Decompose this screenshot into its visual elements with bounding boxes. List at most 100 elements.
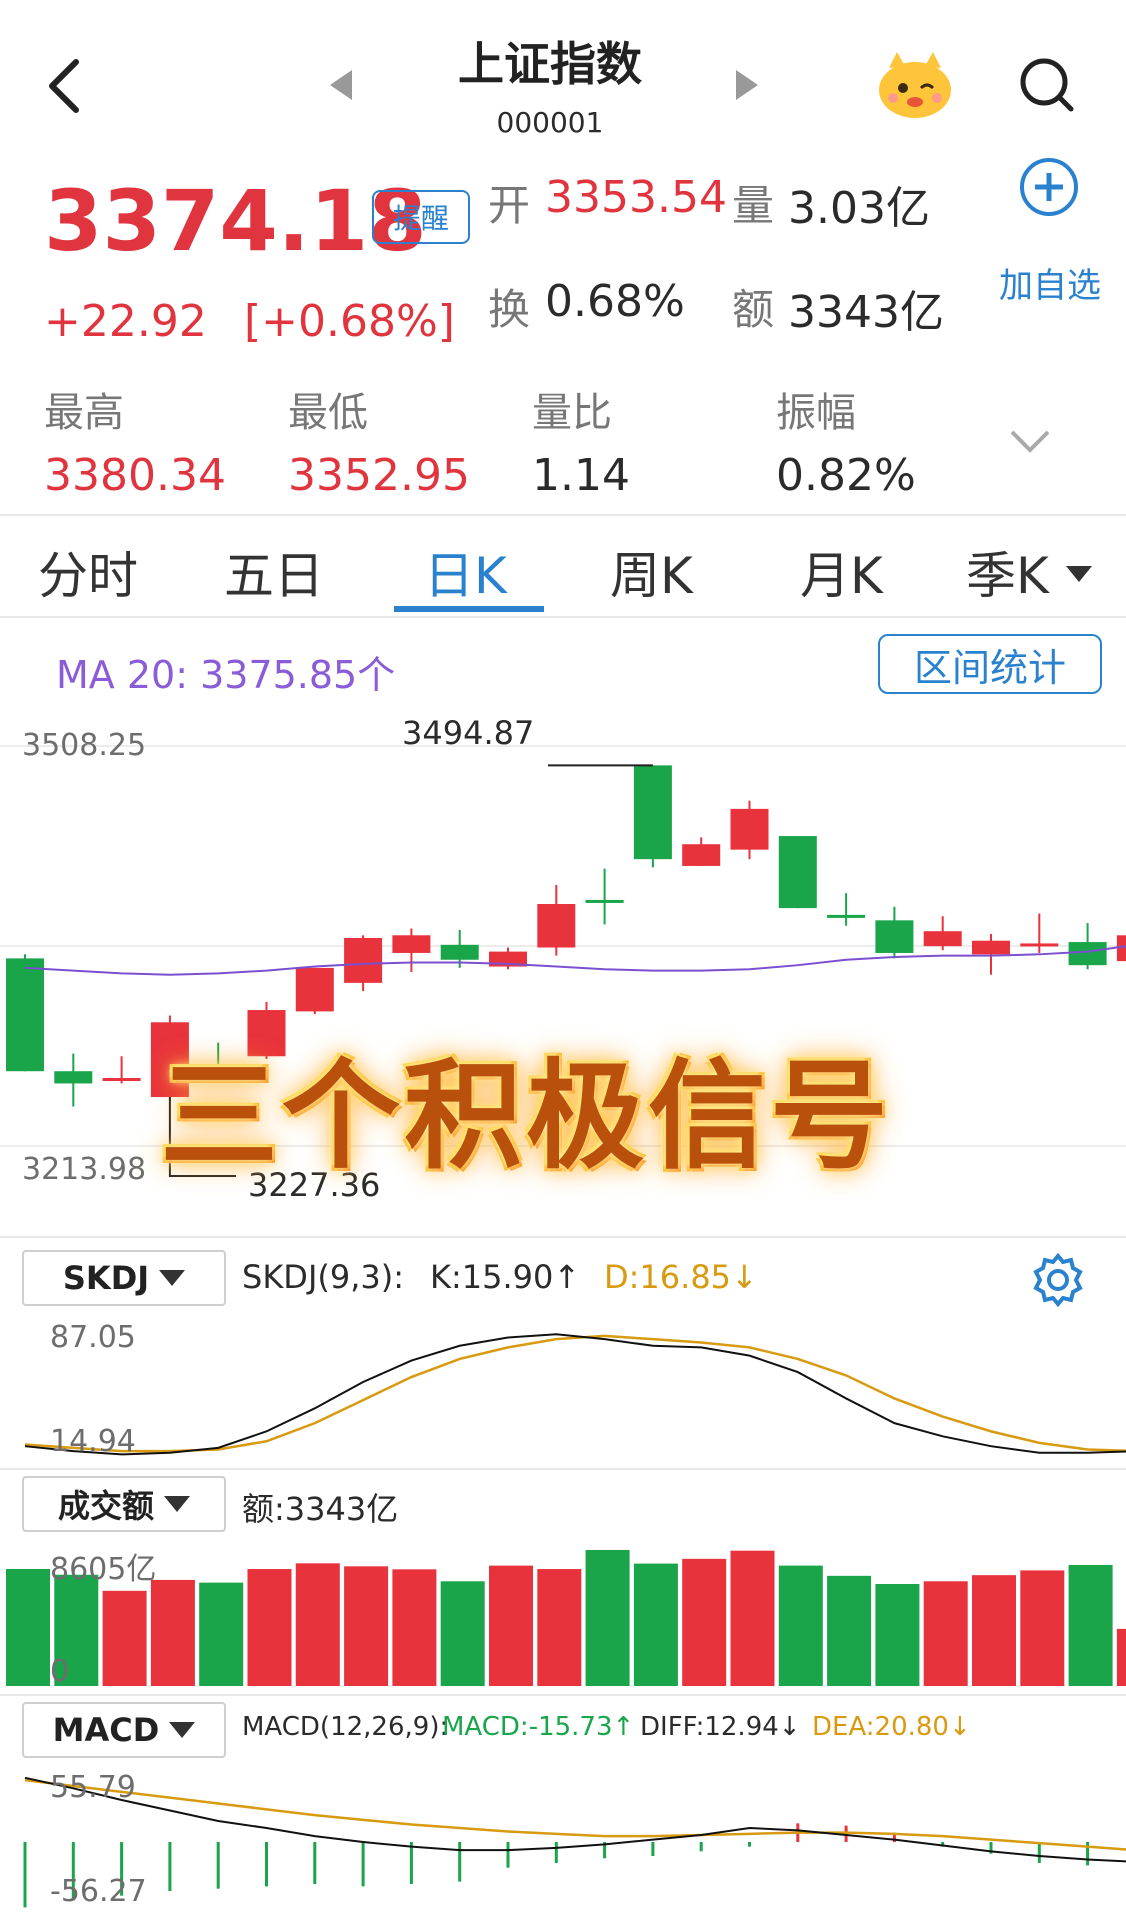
amount-bar bbox=[199, 1582, 244, 1686]
divider bbox=[0, 616, 1126, 618]
candle-body bbox=[972, 940, 1010, 955]
macd-diff-value: DIFF:12.94↓ bbox=[640, 1712, 801, 1742]
low-value: 3352.95 bbox=[288, 450, 470, 501]
volume-label: 量 bbox=[732, 181, 775, 230]
turnover-label: 换 bbox=[488, 285, 531, 334]
indicator-selector-skdj[interactable]: SKDJ bbox=[22, 1250, 226, 1306]
candle-body bbox=[585, 899, 624, 903]
add-watch-icon[interactable] bbox=[1018, 156, 1080, 218]
divider bbox=[0, 514, 1126, 516]
max-price-label: 3494.87 bbox=[402, 714, 535, 752]
amount-bar bbox=[295, 1563, 340, 1686]
volume-value: 3.03亿 bbox=[788, 183, 930, 234]
amount-readout: 额:3343亿 bbox=[242, 1490, 399, 1528]
dropdown-triangle-icon[interactable] bbox=[1066, 566, 1092, 586]
candle-body bbox=[440, 944, 479, 960]
candle-body bbox=[1020, 943, 1059, 947]
candle-body bbox=[54, 1071, 93, 1084]
amplitude-label: 振幅 bbox=[776, 390, 856, 436]
tab-daily-k[interactable]: 日K bbox=[424, 536, 507, 608]
prev-index-icon[interactable] bbox=[330, 70, 352, 100]
page-title: 上证指数 bbox=[458, 37, 642, 91]
open-value: 3353.54 bbox=[545, 172, 727, 223]
amount-bar bbox=[537, 1569, 582, 1686]
candle-body bbox=[6, 958, 44, 1072]
candle-body bbox=[730, 808, 769, 850]
skdj-y-bottom-label: 14.94 bbox=[50, 1424, 136, 1459]
price-change-pct: [+0.68%] bbox=[244, 296, 455, 347]
skdj-chart[interactable] bbox=[0, 1316, 1126, 1466]
indicator-selector-macd[interactable]: MACD bbox=[22, 1702, 226, 1758]
amount-bar bbox=[730, 1550, 775, 1686]
amount-bar bbox=[585, 1550, 630, 1686]
low-label: 最低 bbox=[288, 390, 368, 436]
dropdown-triangle-icon bbox=[164, 1496, 190, 1512]
candle-body bbox=[827, 914, 866, 918]
skdj-d-line bbox=[24, 1334, 1126, 1453]
amount-bar bbox=[1116, 1628, 1126, 1686]
price-change: +22.92 bbox=[44, 296, 207, 347]
indicator-selector-label: SKDJ bbox=[62, 1259, 150, 1297]
high-value: 3380.34 bbox=[44, 450, 226, 501]
amount-bar bbox=[682, 1558, 727, 1686]
amount-bar bbox=[392, 1569, 437, 1686]
macd-params: MACD(12,26,9): bbox=[242, 1712, 449, 1742]
macd-chart[interactable] bbox=[0, 1762, 1126, 1932]
active-tab-underline bbox=[394, 606, 544, 612]
promo-banner-text: 三个积极信号 bbox=[160, 1046, 893, 1185]
candle-body bbox=[923, 931, 962, 947]
turnover-value: 0.68% bbox=[545, 276, 685, 327]
tab-intraday[interactable]: 分时 bbox=[38, 536, 138, 608]
amount-bar bbox=[344, 1566, 389, 1686]
settings-gear-icon[interactable] bbox=[1030, 1252, 1086, 1308]
macd-dea-value: DEA:20.80↓ bbox=[812, 1712, 971, 1742]
macd-value: MACD:-15.73↑ bbox=[442, 1712, 635, 1742]
indicator-selector-label: MACD bbox=[52, 1711, 160, 1749]
tab-five-day[interactable]: 五日 bbox=[224, 536, 324, 608]
candle-body bbox=[102, 1078, 141, 1082]
amount-bar bbox=[1068, 1564, 1113, 1686]
open-label: 开 bbox=[488, 181, 531, 230]
amount-bar bbox=[6, 1568, 50, 1686]
add-watch-label[interactable]: 加自选 bbox=[994, 258, 1106, 307]
tab-weekly-k[interactable]: 周K bbox=[610, 536, 693, 608]
amount-bar-chart[interactable] bbox=[0, 1540, 1126, 1690]
tab-quarterly-k[interactable]: 季K bbox=[966, 536, 1049, 608]
amount-y-top-label: 8605亿 bbox=[50, 1552, 157, 1587]
index-code: 000001 bbox=[496, 106, 604, 139]
expand-chevron-icon[interactable] bbox=[1008, 428, 1052, 456]
current-price: 3374.18 bbox=[44, 172, 427, 270]
candle-body bbox=[778, 836, 817, 909]
indicator-selector-amount[interactable]: 成交额 bbox=[22, 1476, 226, 1532]
high-label: 最高 bbox=[44, 390, 124, 436]
dropdown-triangle-icon bbox=[169, 1722, 196, 1738]
amount-bar bbox=[633, 1563, 678, 1686]
amount-value: 3343亿 bbox=[788, 287, 944, 338]
amount-bar bbox=[778, 1565, 823, 1686]
candle-body bbox=[392, 935, 431, 953]
back-icon[interactable] bbox=[44, 56, 84, 116]
amplitude-value: 0.82% bbox=[776, 450, 916, 501]
amount-bar bbox=[150, 1579, 195, 1686]
divider bbox=[0, 1694, 1126, 1696]
divider bbox=[0, 1236, 1126, 1238]
volume-ratio-value: 1.14 bbox=[532, 450, 630, 501]
candle-body bbox=[682, 844, 721, 866]
candle-body bbox=[537, 904, 576, 948]
mascot-icon[interactable] bbox=[875, 50, 955, 120]
amount-bar bbox=[923, 1581, 968, 1686]
candle-body bbox=[875, 920, 914, 953]
amount-label: 额 bbox=[732, 285, 775, 334]
dropdown-triangle-icon bbox=[159, 1270, 186, 1286]
range-stats-button[interactable]: 区间统计 bbox=[878, 634, 1102, 694]
macd-diff-line bbox=[24, 1776, 1126, 1863]
alert-button[interactable]: 提醒 bbox=[372, 190, 470, 244]
amount-bar bbox=[875, 1584, 920, 1686]
next-index-icon[interactable] bbox=[736, 70, 758, 100]
candle-body bbox=[295, 967, 334, 1012]
amount-bar bbox=[102, 1590, 147, 1686]
ma20-legend: MA 20: 3375.85个 bbox=[56, 653, 396, 697]
search-icon[interactable] bbox=[1018, 56, 1076, 114]
tab-monthly-k[interactable]: 月K bbox=[800, 536, 883, 608]
macd-y-bottom-label: -56.27 bbox=[50, 1874, 147, 1909]
